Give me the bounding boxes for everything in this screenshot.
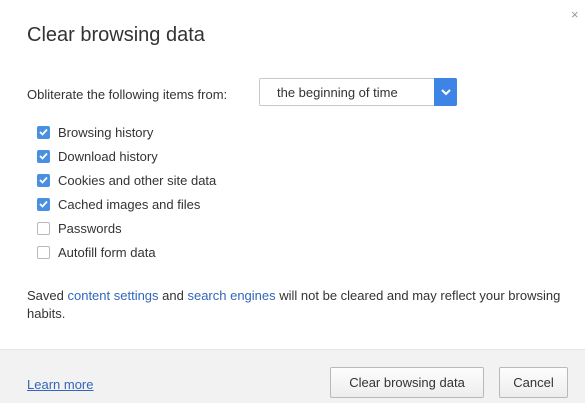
checkbox-cached-images[interactable]: Cached images and files <box>37 192 216 216</box>
checkmark-icon[interactable] <box>37 125 50 139</box>
chevron-down-icon[interactable] <box>434 78 457 106</box>
checkbox-label: Download history <box>58 148 158 164</box>
checkbox-passwords[interactable]: Passwords <box>37 216 216 240</box>
time-range-row: Obliterate the following items from: <box>27 79 227 109</box>
settings-note: Saved content settings and search engine… <box>27 287 567 323</box>
checkmark-icon[interactable] <box>37 197 50 211</box>
checkbox-label: Passwords <box>58 220 122 236</box>
time-range-label: Obliterate the following items from: <box>27 86 228 102</box>
checkbox-label: Browsing history <box>58 124 154 140</box>
dialog-title: Clear browsing data <box>27 24 205 46</box>
content-settings-link[interactable]: content settings <box>67 288 158 303</box>
checkbox-box[interactable] <box>37 221 50 235</box>
clear-browsing-data-button[interactable]: Clear browsing data <box>330 367 484 398</box>
checkbox-label: Cached images and files <box>58 196 201 212</box>
checkbox-browsing-history[interactable]: Browsing history <box>37 120 216 144</box>
time-range-select[interactable]: the beginning of time <box>259 78 457 106</box>
search-engines-link[interactable]: search engines <box>187 288 275 303</box>
checkbox-download-history[interactable]: Download history <box>37 144 216 168</box>
checkbox-label: Cookies and other site data <box>58 172 217 188</box>
checkmark-icon[interactable] <box>37 149 50 163</box>
close-icon[interactable]: × <box>571 8 579 21</box>
clear-browsing-data-dialog: Clear browsing data × Obliterate the fol… <box>0 0 585 403</box>
checkbox-label: Autofill form data <box>58 244 156 260</box>
checkbox-box[interactable] <box>37 245 50 259</box>
cancel-button[interactable]: Cancel <box>499 367 568 398</box>
checkbox-autofill[interactable]: Autofill form data <box>37 240 216 264</box>
data-type-list: Browsing history Download history Cookie… <box>37 120 216 264</box>
dialog-footer: Learn more Clear browsing data Cancel <box>0 349 585 403</box>
checkbox-cookies[interactable]: Cookies and other site data <box>37 168 216 192</box>
checkmark-icon[interactable] <box>37 173 50 187</box>
note-text: and <box>158 288 188 303</box>
learn-more-link[interactable]: Learn more <box>27 377 93 392</box>
note-text: Saved <box>27 288 68 303</box>
time-range-value: the beginning of time <box>277 85 398 100</box>
